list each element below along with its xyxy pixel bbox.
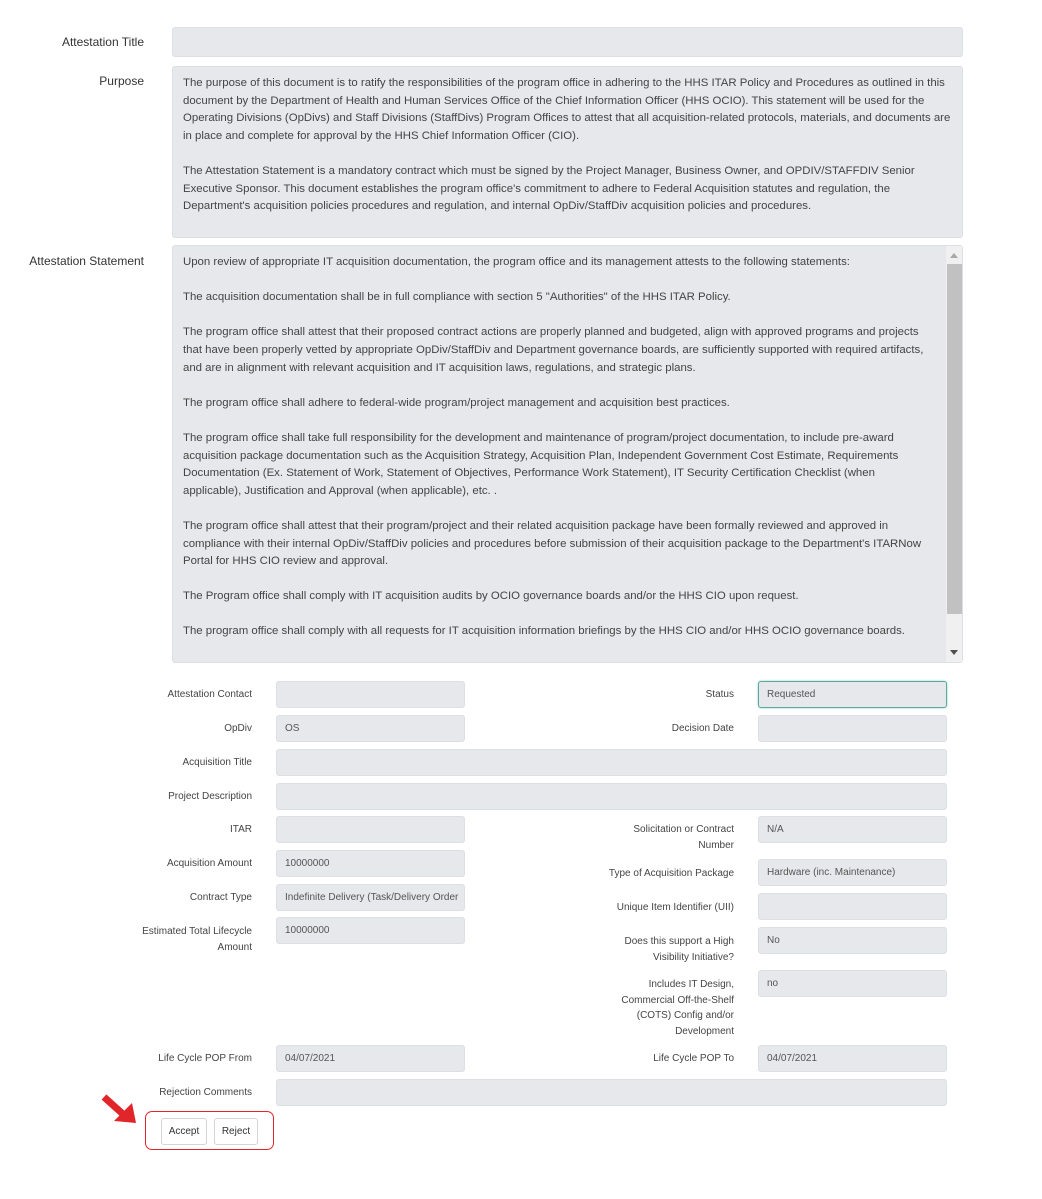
scroll-thumb[interactable] (947, 264, 962, 614)
attestation-statement-label: Attestation Statement (29, 254, 144, 268)
high-visibility-label: Does this support a High Visibility Init… (624, 936, 734, 963)
statement-paragraph: The acquisition documentation shall be i… (183, 291, 731, 304)
pop-to-input[interactable]: 04/07/2021 (758, 1045, 947, 1072)
acquisition-amount-label: Acquisition Amount (166, 858, 252, 869)
attestation-contact-input[interactable] (276, 681, 465, 708)
attestation-statement-textarea[interactable]: Upon review of appropriate IT acquisitio… (172, 245, 963, 663)
pop-from-input[interactable]: 04/07/2021 (276, 1045, 465, 1072)
solicitation-input[interactable]: N/A (758, 816, 947, 843)
status-input[interactable]: Requested (758, 681, 947, 708)
project-description-label: Project Description (168, 791, 252, 802)
lifecycle-amount-input[interactable]: 10000000 (276, 917, 465, 944)
rejection-comments-input[interactable] (276, 1079, 947, 1106)
itar-input[interactable] (276, 816, 465, 843)
reject-button[interactable]: Reject (214, 1118, 258, 1145)
status-label: Status (705, 689, 734, 700)
statement-paragraph: The program office shall attest that the… (183, 519, 922, 568)
statement-scrollbar[interactable] (946, 246, 962, 662)
statement-paragraph: The program office shall attest that the… (183, 326, 924, 374)
attestation-title-input[interactable] (172, 27, 963, 57)
acquisition-amount-input[interactable]: 10000000 (276, 850, 465, 877)
acq-package-type-input[interactable]: Hardware (inc. Maintenance) (758, 859, 947, 886)
attestation-contact-label: Attestation Contact (167, 689, 253, 700)
solicitation-label: Solicitation or Contract Number (633, 824, 734, 851)
acquisition-title-input[interactable] (276, 749, 947, 776)
contract-type-input[interactable]: Indefinite Delivery (Task/Delivery Order (276, 884, 465, 911)
pop-to-label: Life Cycle POP To (653, 1053, 734, 1064)
purpose-paragraph: The Attestation Statement is a mandatory… (183, 164, 915, 213)
pop-from-label: Life Cycle POP From (158, 1053, 252, 1064)
uii-input[interactable] (758, 893, 947, 920)
opdiv-label: OpDiv (224, 723, 252, 734)
statement-paragraph: The program office shall comply with all… (183, 625, 905, 638)
itar-label: ITAR (229, 824, 252, 835)
acq-package-type-label: Type of Acquisition Package (608, 868, 734, 879)
opdiv-input[interactable]: OS (276, 715, 465, 742)
scroll-down-arrow-icon[interactable] (950, 650, 958, 655)
project-description-input[interactable] (276, 783, 947, 810)
lifecycle-amount-label: Estimated Total Lifecycle Amount (142, 926, 252, 953)
it-design-label: Includes IT Design, Commercial Off-the-S… (621, 979, 734, 1037)
decision-date-input[interactable] (758, 715, 947, 742)
uii-label: Unique Item Identifier (UII) (616, 902, 734, 913)
accept-button[interactable]: Accept (161, 1118, 207, 1145)
decision-date-label: Decision Date (671, 723, 734, 734)
annotation-arrow-icon (101, 1094, 136, 1123)
statement-paragraph: The program office shall adhere to feder… (183, 396, 730, 409)
statement-paragraph: The Program office shall comply with IT … (183, 590, 799, 603)
it-design-input[interactable]: no (758, 970, 947, 997)
purpose-label: Purpose (99, 74, 144, 88)
scroll-up-arrow-icon[interactable] (950, 253, 958, 258)
purpose-paragraph: The purpose of this document is to ratif… (183, 77, 951, 142)
purpose-textarea[interactable]: The purpose of this document is to ratif… (172, 66, 963, 238)
acquisition-title-label: Acquisition Title (182, 757, 252, 768)
statement-paragraph: Upon review of appropriate IT acquisitio… (183, 256, 850, 268)
contract-type-label: Contract Type (189, 892, 252, 903)
attestation-title-label: Attestation Title (61, 35, 144, 49)
high-visibility-input[interactable]: No (758, 927, 947, 954)
statement-paragraph: The program office shall take full respo… (183, 431, 899, 497)
